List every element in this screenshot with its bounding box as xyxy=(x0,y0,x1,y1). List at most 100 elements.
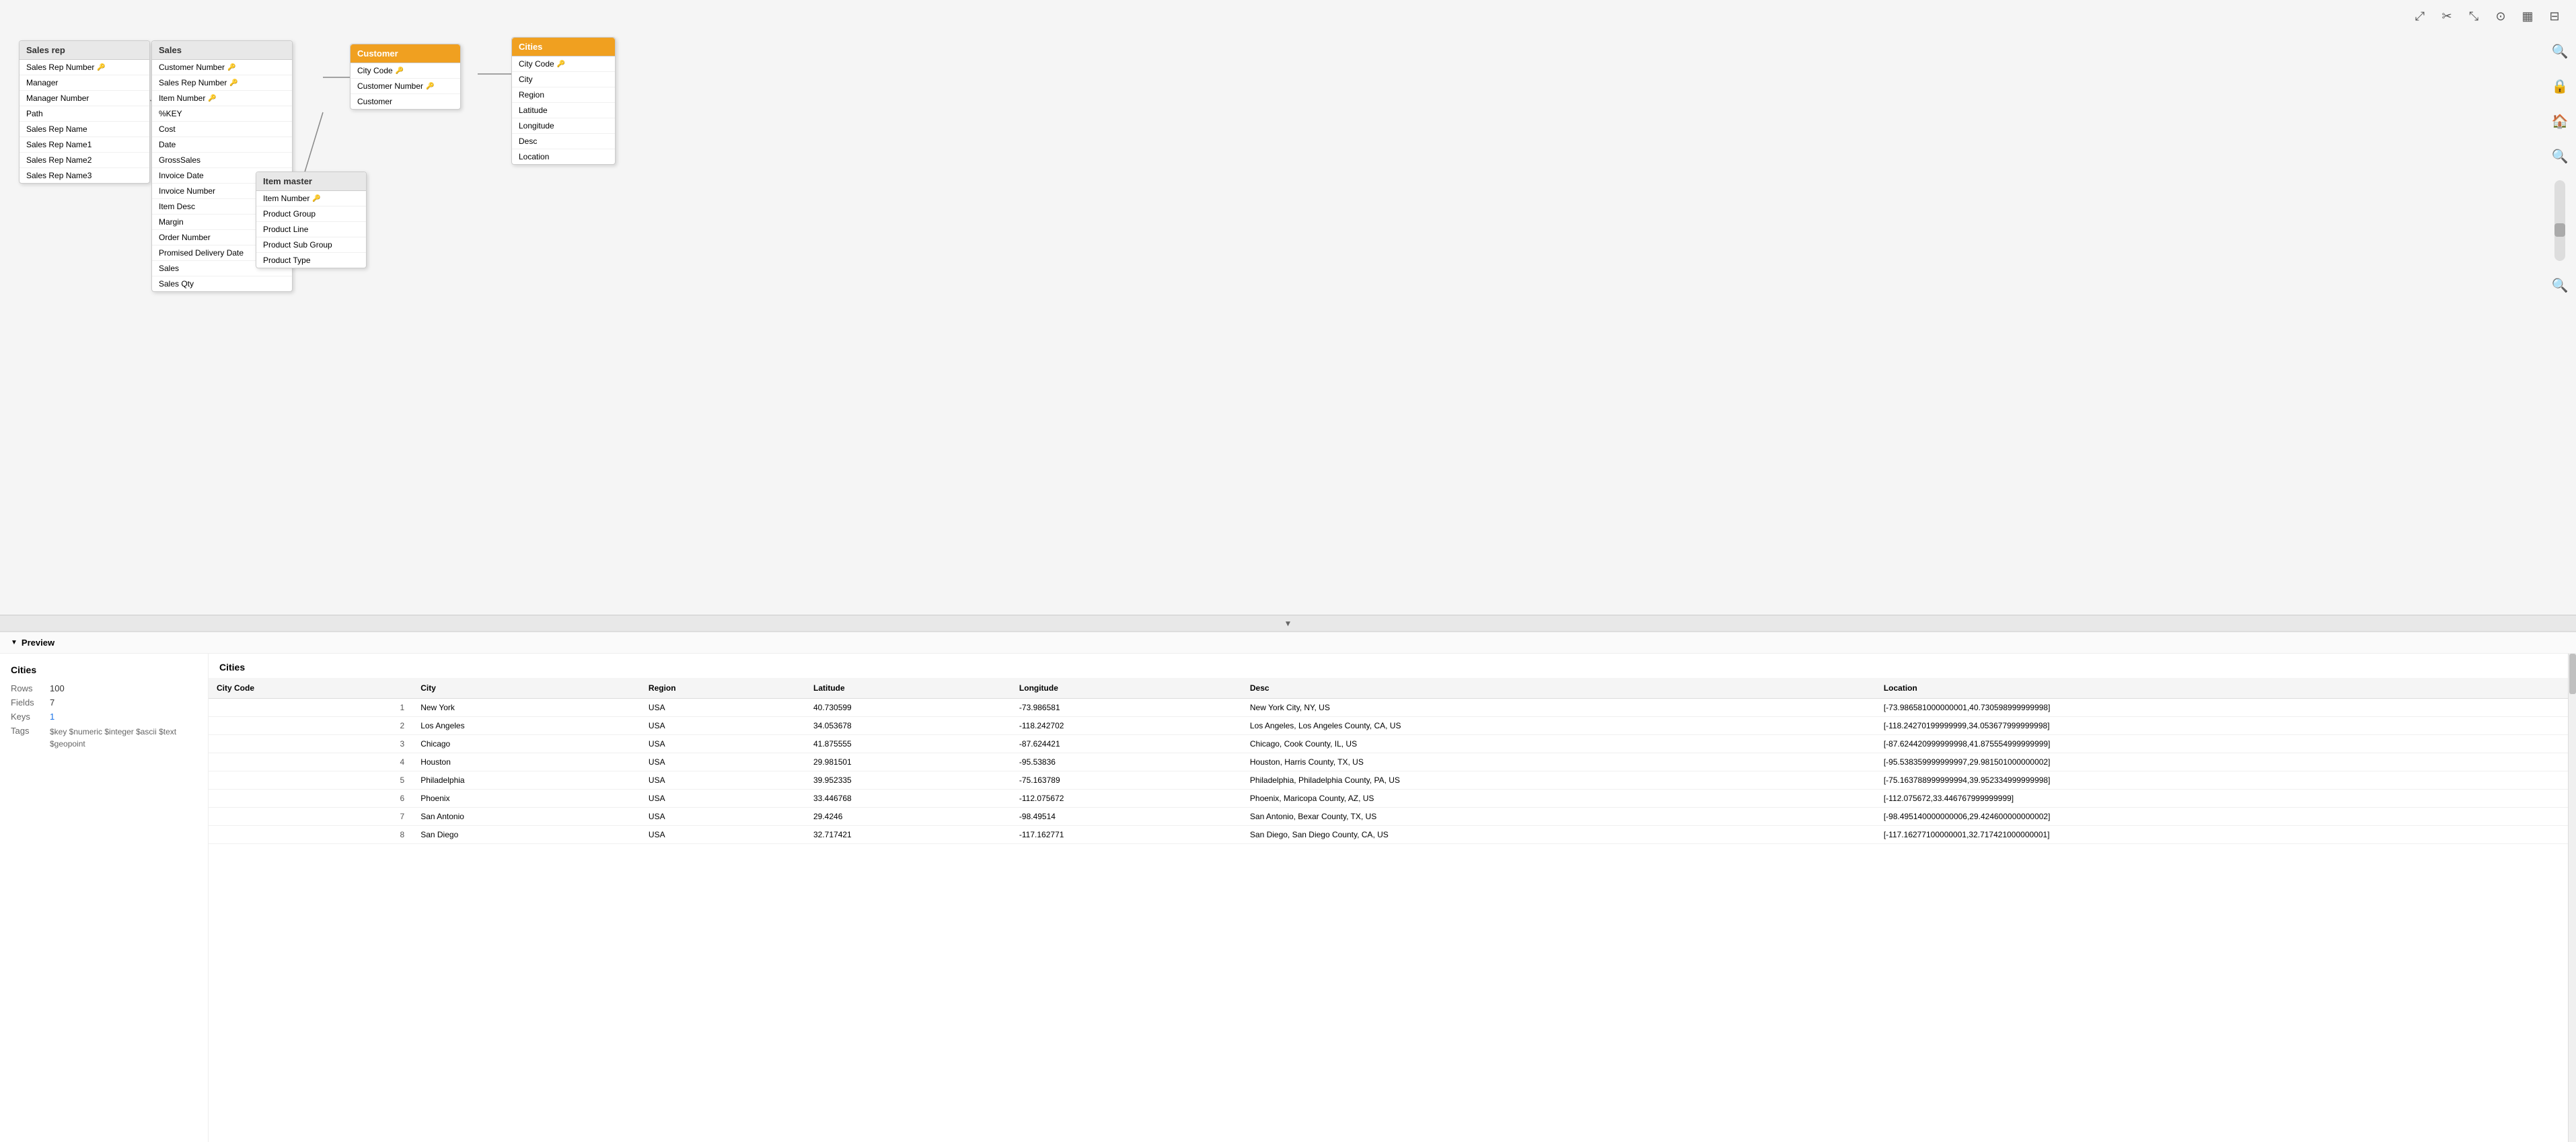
cell-desc: San Antonio, Bexar County, TX, US xyxy=(1242,808,1876,826)
col-location: Location xyxy=(1876,678,2568,699)
table-row: 3 Chicago USA 41.875555 -87.624421 Chica… xyxy=(209,735,2568,753)
cell-latitude: 39.952335 xyxy=(805,771,1011,790)
cell-region: USA xyxy=(640,790,805,808)
preview-left-title: Cities xyxy=(11,664,197,675)
field-product-sub-group: Product Sub Group xyxy=(256,237,366,253)
right-sidebar: 🔍 🔒 🏠 🔍 🔍 xyxy=(2549,40,2571,296)
field-grosssales: GrossSales xyxy=(152,153,292,168)
cut-icon[interactable]: ✂ xyxy=(2436,5,2458,27)
cell-longitude: -75.163789 xyxy=(1011,771,1242,790)
fields-value: 7 xyxy=(50,697,54,708)
cell-desc: Los Angeles, Los Angeles County, CA, US xyxy=(1242,717,1876,735)
cell-city-code: 5 xyxy=(209,771,412,790)
cell-location: [-112.075672,33.446767999999999] xyxy=(1876,790,2568,808)
cell-city: Houston xyxy=(412,753,640,771)
field-sales-qty: Sales Qty xyxy=(152,276,292,291)
scrollbar[interactable] xyxy=(2568,654,2576,1142)
customer-table: Customer City Code 🔑 Customer Number 🔑 C… xyxy=(350,44,461,110)
preview-table-title: Cities xyxy=(209,654,2568,678)
lock-icon[interactable]: 🔒 xyxy=(2549,75,2571,97)
field-item-number-master: Item Number 🔑 xyxy=(256,191,366,206)
field-city-code-customer: City Code 🔑 xyxy=(351,63,460,79)
cell-city: New York xyxy=(412,699,640,717)
preview-tbody: 1 New York USA 40.730599 -73.986581 New … xyxy=(209,699,2568,844)
field-customer-number-customer: Customer Number 🔑 xyxy=(351,79,460,94)
col-city: City xyxy=(412,678,640,699)
cell-region: USA xyxy=(640,771,805,790)
field-customer: Customer xyxy=(351,94,460,109)
col-desc: Desc xyxy=(1242,678,1876,699)
cell-region: USA xyxy=(640,826,805,844)
cell-location: [-75.163788999999994,39.952334999999998] xyxy=(1876,771,2568,790)
table-row: 4 Houston USA 29.981501 -95.53836 Housto… xyxy=(209,753,2568,771)
cell-city-code: 6 xyxy=(209,790,412,808)
collapse-button[interactable]: ▼ xyxy=(0,615,2576,631)
cell-location: [-73.986581000000001,40.730598999999998] xyxy=(1876,699,2568,717)
cell-region: USA xyxy=(640,735,805,753)
cell-city: San Diego xyxy=(412,826,640,844)
dots-icon[interactable]: ⊙ xyxy=(2490,5,2511,27)
customer-table-header: Customer xyxy=(351,44,460,63)
sales-rep-table: Sales rep Sales Rep Number 🔑 Manager Man… xyxy=(19,40,150,184)
cell-location: [-98.495140000000006,29.424600000000002] xyxy=(1876,808,2568,826)
cell-city: Los Angeles xyxy=(412,717,640,735)
cell-region: USA xyxy=(640,717,805,735)
grid-icon[interactable]: ▦ xyxy=(2517,5,2538,27)
cell-longitude: -87.624421 xyxy=(1011,735,1242,753)
keys-value: 1 xyxy=(50,712,54,722)
cell-region: USA xyxy=(640,808,805,826)
info-row-tags: Tags $key $numeric $integer $ascii $text… xyxy=(11,726,197,750)
field-manager-number: Manager Number xyxy=(20,91,149,106)
table-row: 8 San Diego USA 32.717421 -117.162771 Sa… xyxy=(209,826,2568,844)
field-location: Location xyxy=(512,149,615,164)
preview-collapse-arrow: ▼ xyxy=(11,639,17,646)
search-icon[interactable]: 🔍 xyxy=(2549,40,2571,62)
item-master-table: Item master Item Number 🔑 Product Group … xyxy=(256,172,367,268)
layout-icon[interactable]: ⊟ xyxy=(2544,5,2565,27)
scrollbar-thumb[interactable] xyxy=(2569,654,2576,694)
keys-label: Keys xyxy=(11,712,44,722)
cell-location: [-87.624420999999998,41.875554999999999] xyxy=(1876,735,2568,753)
field-region: Region xyxy=(512,87,615,103)
fit-icon[interactable]: ⤢ xyxy=(2409,5,2431,27)
rows-label: Rows xyxy=(11,683,44,693)
field-longitude: Longitude xyxy=(512,118,615,134)
cell-longitude: -117.162771 xyxy=(1011,826,1242,844)
col-longitude: Longitude xyxy=(1011,678,1242,699)
preview-section: ▼ Preview Cities Rows 100 Fields 7 Keys … xyxy=(0,631,2576,1142)
field-item-number: Item Number 🔑 xyxy=(152,91,292,106)
zoom-out-icon[interactable]: 🔍 xyxy=(2549,274,2571,296)
toolbar: ⤢ ✂ ⤡ ⊙ ▦ ⊟ xyxy=(2398,0,2576,32)
zoom-in-icon[interactable]: 🔍 xyxy=(2549,145,2571,167)
field-sales-rep-name3: Sales Rep Name3 xyxy=(20,168,149,183)
preview-title: Preview xyxy=(22,638,54,648)
field-cost: Cost xyxy=(152,122,292,137)
cell-desc: Phoenix, Maricopa County, AZ, US xyxy=(1242,790,1876,808)
cell-city-code: 7 xyxy=(209,808,412,826)
table-header-row: City Code City Region Latitude Longitude… xyxy=(209,678,2568,699)
field-city-code-cities: City Code 🔑 xyxy=(512,56,615,72)
cell-city-code: 1 xyxy=(209,699,412,717)
info-row-fields: Fields 7 xyxy=(11,697,197,708)
sales-table-header: Sales xyxy=(152,41,292,60)
cell-city: San Antonio xyxy=(412,808,640,826)
home-icon[interactable]: 🏠 xyxy=(2549,110,2571,132)
field-sales-rep-number-sales: Sales Rep Number 🔑 xyxy=(152,75,292,91)
col-latitude: Latitude xyxy=(805,678,1011,699)
preview-header[interactable]: ▼ Preview xyxy=(0,632,2576,654)
cell-city-code: 2 xyxy=(209,717,412,735)
table-row: 6 Phoenix USA 33.446768 -112.075672 Phoe… xyxy=(209,790,2568,808)
expand-icon[interactable]: ⤡ xyxy=(2463,5,2485,27)
sales-rep-table-header: Sales rep xyxy=(20,41,149,60)
col-city-code: City Code xyxy=(209,678,412,699)
field-product-group: Product Group xyxy=(256,206,366,222)
field-latitude: Latitude xyxy=(512,103,615,118)
field-sales-rep-name2: Sales Rep Name2 xyxy=(20,153,149,168)
table-row: 2 Los Angeles USA 34.053678 -118.242702 … xyxy=(209,717,2568,735)
table-row: 5 Philadelphia USA 39.952335 -75.163789 … xyxy=(209,771,2568,790)
preview-left-panel: Cities Rows 100 Fields 7 Keys 1 Tags $ke… xyxy=(0,654,209,1142)
info-row-rows: Rows 100 xyxy=(11,683,197,693)
cities-table-header: Cities xyxy=(512,38,615,56)
cell-city-code: 4 xyxy=(209,753,412,771)
zoom-slider-thumb[interactable] xyxy=(2554,223,2565,237)
